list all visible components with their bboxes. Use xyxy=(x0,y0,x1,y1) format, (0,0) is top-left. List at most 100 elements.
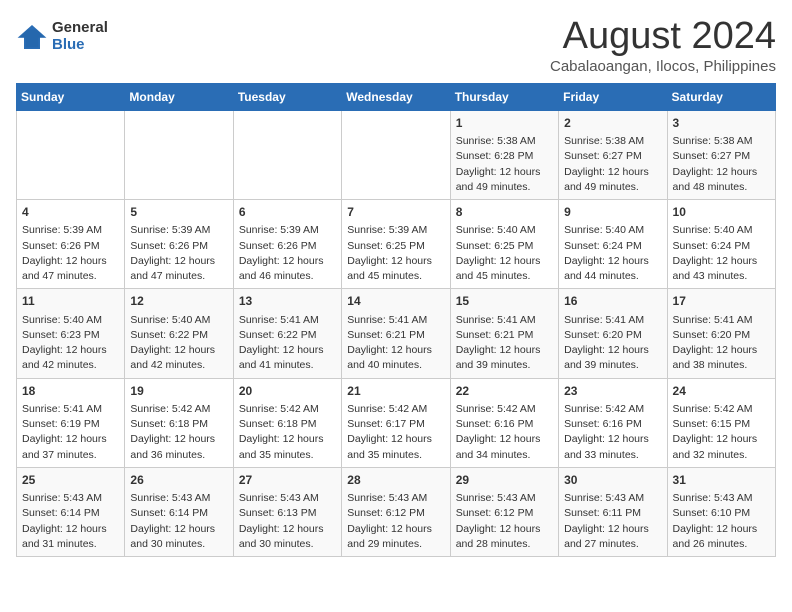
day-info: Sunrise: 5:42 AM xyxy=(564,402,661,417)
day-info: Sunset: 6:20 PM xyxy=(673,328,770,343)
calendar-cell: 27Sunrise: 5:43 AMSunset: 6:13 PMDayligh… xyxy=(233,467,341,556)
day-info: Sunrise: 5:38 AM xyxy=(456,134,553,149)
calendar-cell xyxy=(233,110,341,199)
calendar-cell: 31Sunrise: 5:43 AMSunset: 6:10 PMDayligh… xyxy=(667,467,775,556)
calendar-cell: 22Sunrise: 5:42 AMSunset: 6:16 PMDayligh… xyxy=(450,378,558,467)
day-info: Daylight: 12 hours xyxy=(22,432,119,447)
day-info: Sunrise: 5:38 AM xyxy=(564,134,661,149)
day-info: Sunrise: 5:41 AM xyxy=(673,313,770,328)
day-number: 20 xyxy=(239,383,336,400)
day-info: Daylight: 12 hours xyxy=(456,165,553,180)
day-info: Daylight: 12 hours xyxy=(456,254,553,269)
day-info: and 49 minutes. xyxy=(564,180,661,195)
day-number: 26 xyxy=(130,472,227,489)
day-info: Sunset: 6:18 PM xyxy=(130,417,227,432)
day-info: Daylight: 12 hours xyxy=(347,343,444,358)
day-info: Sunrise: 5:40 AM xyxy=(564,223,661,238)
day-info: Sunrise: 5:40 AM xyxy=(456,223,553,238)
calendar-cell: 6Sunrise: 5:39 AMSunset: 6:26 PMDaylight… xyxy=(233,200,341,289)
calendar-cell: 1Sunrise: 5:38 AMSunset: 6:28 PMDaylight… xyxy=(450,110,558,199)
day-number: 27 xyxy=(239,472,336,489)
day-info: Sunset: 6:20 PM xyxy=(564,328,661,343)
calendar-cell: 29Sunrise: 5:43 AMSunset: 6:12 PMDayligh… xyxy=(450,467,558,556)
day-info: Sunset: 6:25 PM xyxy=(347,239,444,254)
calendar-cell xyxy=(342,110,450,199)
day-info: and 29 minutes. xyxy=(347,537,444,552)
day-info: Sunset: 6:24 PM xyxy=(564,239,661,254)
calendar-cell: 25Sunrise: 5:43 AMSunset: 6:14 PMDayligh… xyxy=(17,467,125,556)
day-info: and 45 minutes. xyxy=(456,269,553,284)
day-info: Sunrise: 5:39 AM xyxy=(22,223,119,238)
day-number: 10 xyxy=(673,204,770,221)
day-info: Daylight: 12 hours xyxy=(22,254,119,269)
calendar-cell: 3Sunrise: 5:38 AMSunset: 6:27 PMDaylight… xyxy=(667,110,775,199)
day-number: 14 xyxy=(347,293,444,310)
day-info: Sunset: 6:26 PM xyxy=(239,239,336,254)
day-number: 1 xyxy=(456,115,553,132)
day-info: Sunrise: 5:42 AM xyxy=(673,402,770,417)
day-info: and 28 minutes. xyxy=(456,537,553,552)
day-info: and 36 minutes. xyxy=(130,448,227,463)
day-number: 8 xyxy=(456,204,553,221)
day-info: Sunset: 6:14 PM xyxy=(130,506,227,521)
day-info: Sunrise: 5:39 AM xyxy=(130,223,227,238)
calendar-cell: 9Sunrise: 5:40 AMSunset: 6:24 PMDaylight… xyxy=(559,200,667,289)
day-number: 22 xyxy=(456,383,553,400)
day-number: 3 xyxy=(673,115,770,132)
day-info: Sunset: 6:17 PM xyxy=(347,417,444,432)
calendar-cell: 19Sunrise: 5:42 AMSunset: 6:18 PMDayligh… xyxy=(125,378,233,467)
header-thursday: Thursday xyxy=(450,83,558,110)
day-info: Sunset: 6:26 PM xyxy=(130,239,227,254)
header-row: Sunday Monday Tuesday Wednesday Thursday… xyxy=(17,83,776,110)
day-info: Daylight: 12 hours xyxy=(130,343,227,358)
day-number: 13 xyxy=(239,293,336,310)
day-info: Sunrise: 5:43 AM xyxy=(673,491,770,506)
day-info: Sunrise: 5:41 AM xyxy=(347,313,444,328)
day-info: Daylight: 12 hours xyxy=(22,343,119,358)
day-info: and 26 minutes. xyxy=(673,537,770,552)
day-info: Sunrise: 5:43 AM xyxy=(22,491,119,506)
day-info: Daylight: 12 hours xyxy=(239,343,336,358)
day-info: and 42 minutes. xyxy=(22,358,119,373)
day-info: and 47 minutes. xyxy=(22,269,119,284)
day-info: Daylight: 12 hours xyxy=(564,254,661,269)
calendar-table: Sunday Monday Tuesday Wednesday Thursday… xyxy=(16,83,776,557)
logo-blue-text: Blue xyxy=(52,37,108,54)
logo-general-text: General xyxy=(52,20,108,37)
day-number: 19 xyxy=(130,383,227,400)
calendar-cell: 4 Sunrise: 5:39 AMSunset: 6:26 PMDaylight… xyxy=(17,200,125,289)
day-info: Sunset: 6:22 PM xyxy=(239,328,336,343)
day-info: Daylight: 12 hours xyxy=(564,165,661,180)
day-info: Sunrise: 5:41 AM xyxy=(239,313,336,328)
day-info: Sunset: 6:13 PM xyxy=(239,506,336,521)
page-header: General Blue August 2024 Cabalaoangan, I… xyxy=(16,16,776,75)
day-number: 15 xyxy=(456,293,553,310)
day-info: Sunrise: 5:41 AM xyxy=(22,402,119,417)
day-info: Daylight: 12 hours xyxy=(347,254,444,269)
calendar-cell: 28Sunrise: 5:43 AMSunset: 6:12 PMDayligh… xyxy=(342,467,450,556)
calendar-cell: 13 Sunrise: 5:41 AMSunset: 6:22 PMDayligh… xyxy=(233,289,341,378)
header-saturday: Saturday xyxy=(667,83,775,110)
day-info: and 39 minutes. xyxy=(564,358,661,373)
calendar-cell: 24Sunrise: 5:42 AMSunset: 6:15 PMDayligh… xyxy=(667,378,775,467)
calendar-header: Sunday Monday Tuesday Wednesday Thursday… xyxy=(17,83,776,110)
day-info: Sunset: 6:23 PM xyxy=(22,328,119,343)
day-number: 25 xyxy=(22,472,119,489)
day-number: 4 xyxy=(22,204,119,221)
day-number: 29 xyxy=(456,472,553,489)
day-info: Daylight: 12 hours xyxy=(673,254,770,269)
day-info: Sunrise: 5:41 AM xyxy=(564,313,661,328)
calendar-cell: 11Sunrise: 5:40 AMSunset: 6:23 PMDayligh… xyxy=(17,289,125,378)
calendar-cell xyxy=(125,110,233,199)
calendar-cell: 7Sunrise: 5:39 AMSunset: 6:25 PMDaylight… xyxy=(342,200,450,289)
week-row-4: 18Sunrise: 5:41 AMSunset: 6:19 PMDayligh… xyxy=(17,378,776,467)
day-info: Daylight: 12 hours xyxy=(564,432,661,447)
day-info: Sunrise: 5:39 AM xyxy=(239,223,336,238)
calendar-cell: 18Sunrise: 5:41 AMSunset: 6:19 PMDayligh… xyxy=(17,378,125,467)
day-info: Sunrise: 5:42 AM xyxy=(130,402,227,417)
day-number: 24 xyxy=(673,383,770,400)
day-info: Sunset: 6:26 PM xyxy=(22,239,119,254)
day-info: and 47 minutes. xyxy=(130,269,227,284)
day-info: Daylight: 12 hours xyxy=(239,254,336,269)
day-info: Sunset: 6:25 PM xyxy=(456,239,553,254)
